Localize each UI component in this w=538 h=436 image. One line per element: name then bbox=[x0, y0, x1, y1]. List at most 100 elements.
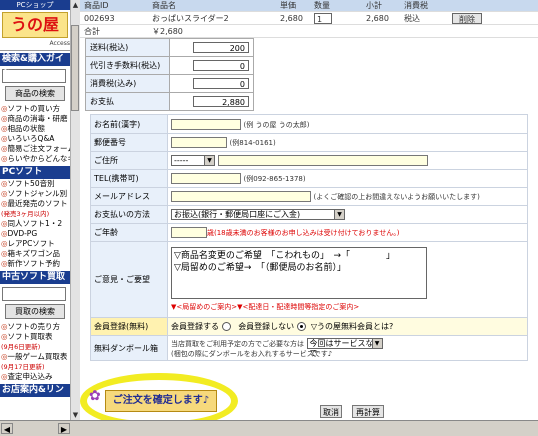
request-textarea[interactable]: ▽商品名変更のご希望 「こわれもの」 →「 」 ▽局留めのご希望→ 「（郵便局の… bbox=[171, 247, 427, 299]
sidebar-index-item-1[interactable]: ◎ソフトジャンル別 bbox=[0, 189, 70, 199]
sidebar-guide-item-5[interactable]: ◎らいやからどんなキー(新)でご bbox=[0, 154, 70, 164]
chevron-down-icon: ▼ bbox=[371, 338, 382, 348]
recalc-button[interactable]: 再計算 bbox=[352, 405, 384, 418]
sidebar-index-item-4[interactable]: ◎同人ソフト1・2 bbox=[0, 219, 70, 229]
sidebar-guide-item-4[interactable]: ◎簡易ご注文フォーム bbox=[0, 144, 70, 154]
zip-input[interactable] bbox=[171, 137, 227, 148]
logo-brand: うの屋 bbox=[2, 12, 68, 38]
buy-search-button[interactable]: 買取の検索 bbox=[5, 304, 65, 319]
sidebar-index-item-2[interactable]: ◎最近発売のソフト bbox=[0, 199, 70, 209]
payment-total-value: 2,880 bbox=[193, 96, 249, 107]
sidebar-index-item-6[interactable]: ◎レアPCソフト bbox=[0, 239, 70, 249]
sidebar-item-label: ソフト買取表 bbox=[7, 332, 53, 341]
age-input[interactable] bbox=[171, 227, 207, 238]
request-links[interactable]: ▼<局留めのご案内>▼<配達日・配達時間等指定のご案内> bbox=[171, 302, 524, 312]
sidebar-item-label: (発売3ヶ月以内) bbox=[1, 210, 50, 218]
pay-label: お支払いの方法 bbox=[90, 205, 168, 224]
logo-top: PCショップ bbox=[0, 0, 70, 10]
qty-input[interactable]: 1 bbox=[314, 12, 332, 24]
sidebar-item-label: 同人ソフト1・2 bbox=[7, 219, 63, 228]
logo-sub: Access bbox=[49, 40, 70, 47]
member-help-link[interactable]: うの屋無料会員とは? bbox=[317, 322, 393, 331]
item-id: 002693 bbox=[80, 11, 148, 25]
summary-table: 送料(税込) 200 代引き手数料(税込) 0 消費税(込み) 0 お支払 2,880 bbox=[85, 38, 254, 111]
scroll-up-icon[interactable]: ▲ bbox=[71, 0, 80, 10]
chevron-down-icon: ▼ bbox=[204, 156, 214, 165]
sidebar-index-item-7[interactable]: ◎箱キズワゴン品 bbox=[0, 249, 70, 259]
mail-input[interactable] bbox=[171, 191, 311, 202]
member-yes-radio[interactable] bbox=[221, 322, 231, 331]
col-id: 商品ID bbox=[80, 0, 148, 12]
sidebar: PCショップ うの屋 Access 検索&購入ガイド 商品の検索 ◎ソフトの買い… bbox=[0, 0, 71, 420]
member-no-radio[interactable] bbox=[296, 322, 306, 331]
tel-note: (例092-865-1378) bbox=[243, 175, 306, 183]
payment-total-label: お支払 bbox=[85, 92, 170, 111]
tel-input[interactable] bbox=[171, 173, 241, 184]
chevron-down-icon: ▼ bbox=[334, 210, 344, 219]
sidebar-buy-item-5[interactable]: ◎査定申込込み bbox=[0, 372, 70, 382]
col-subtotal: 小計 bbox=[362, 0, 400, 12]
col-price: 単価 bbox=[276, 0, 310, 12]
cart-row: 002693 おっぱいスライダー2 2,680 1 2,680 税込 削除 bbox=[80, 11, 538, 25]
search-button[interactable]: 商品の検索 bbox=[5, 86, 65, 101]
sidebar-item-label: 箱キズワゴン品 bbox=[7, 249, 61, 258]
scroll-down-icon[interactable]: ▼ bbox=[71, 410, 80, 420]
zip-label: 郵便番号 bbox=[90, 133, 168, 152]
cart-header-row: 商品ID 商品名 単価 数量 小計 消費税 bbox=[80, 0, 538, 12]
sidebar-buy-item-4[interactable]: (9月17日更新) bbox=[0, 362, 70, 372]
sidebar-item-label: レアPCソフト bbox=[7, 239, 55, 248]
sidebar-buy-item-3[interactable]: ◎一般ゲーム買取表 bbox=[0, 352, 70, 362]
scroll-right-icon[interactable]: ▶ bbox=[58, 423, 70, 434]
sidebar-item-label: ソフト50音別 bbox=[7, 179, 55, 188]
sidebar-item-label: らいやからどんなキー(新)でご bbox=[7, 154, 70, 163]
sidebar-buy-item-1[interactable]: ◎ソフト買取表 bbox=[0, 332, 70, 342]
delete-button[interactable]: 削除 bbox=[452, 12, 482, 24]
horizontal-scrollbar[interactable]: ◀ ▶ bbox=[0, 420, 538, 436]
cardboard-select[interactable]: 今回はサービスなしで ▼ bbox=[306, 337, 383, 358]
sidebar-buy-item-2[interactable]: (9月6日更新) bbox=[0, 342, 70, 352]
sidebar-guide-item-1[interactable]: ◎商品の消毒・研磨 bbox=[0, 114, 70, 124]
sidebar-item-label: 商品の消毒・研磨 bbox=[7, 114, 68, 123]
mascot-icon: ✿ bbox=[89, 388, 101, 404]
scroll-left-icon[interactable]: ◀ bbox=[1, 423, 13, 434]
sidebar-index-item-0[interactable]: ◎ソフト50音別 bbox=[0, 179, 70, 189]
sidebar-item-label: 簡易ご注文フォーム bbox=[7, 144, 71, 153]
sidebar-guide-item-0[interactable]: ◎ソフトの買い方 bbox=[0, 104, 70, 114]
sidebar-buy-item-0[interactable]: ◎ソフトの売り方 bbox=[0, 322, 70, 332]
payment-select[interactable]: お振込(銀行・郵便局口座にご入金) ▼ bbox=[171, 209, 345, 220]
sidebar-search-input[interactable] bbox=[2, 69, 66, 83]
sidebar-index-item-5[interactable]: ◎DVD-PG bbox=[0, 229, 70, 239]
cancel-button[interactable]: 取消 bbox=[320, 405, 342, 418]
sidebar-item-label: 一般ゲーム買取表 bbox=[7, 352, 68, 361]
age-label: ご年齢 bbox=[90, 223, 168, 242]
sidebar-scrollbar[interactable]: ▲ ▼ bbox=[70, 0, 80, 420]
sidebar-item-label: ソフトジャンル別 bbox=[7, 189, 68, 198]
item-subtotal: 2,680 bbox=[362, 11, 400, 25]
section-shop-info[interactable]: お店案内&リンク bbox=[0, 384, 70, 408]
scroll-thumb[interactable] bbox=[71, 25, 79, 111]
shipping-value: 200 bbox=[193, 42, 249, 53]
sidebar-guide-item-3[interactable]: ◎いろいろQ&A bbox=[0, 134, 70, 144]
name-note: (例 うの屋 うの太郎) bbox=[243, 120, 310, 129]
name-input[interactable] bbox=[171, 118, 241, 130]
member-label: 会員登録(無料) bbox=[90, 317, 168, 336]
sidebar-item-label: いろいろQ&A bbox=[7, 134, 55, 143]
sidebar-guide-item-2[interactable]: ◎相品の状態 bbox=[0, 124, 70, 134]
sidebar-item-label: (9月17日更新) bbox=[1, 363, 45, 371]
buy-search-input[interactable] bbox=[2, 287, 66, 301]
confirm-order-button[interactable]: ご注文を確定します♪ bbox=[105, 390, 217, 412]
sidebar-item-label: 相品の状態 bbox=[7, 124, 46, 133]
section-buy: 中古ソフト買取 bbox=[0, 271, 70, 284]
item-price: 2,680 bbox=[276, 11, 310, 25]
member-opt1-label: 会員登録する bbox=[171, 322, 219, 331]
tax-value: 0 bbox=[193, 78, 249, 89]
tel-label: TEL(携帯可) bbox=[90, 169, 168, 188]
sidebar-item-label: 最近発売のソフト bbox=[7, 199, 68, 208]
prefecture-select[interactable]: ----- ▼ bbox=[171, 155, 215, 166]
sidebar-index-item-3[interactable]: (発売3ヶ月以内) bbox=[0, 209, 70, 219]
shop-logo[interactable]: PCショップ うの屋 Access bbox=[0, 0, 70, 51]
sidebar-item-label: (9月6日更新) bbox=[1, 343, 41, 351]
address-input[interactable] bbox=[217, 155, 428, 166]
sidebar-index-item-8[interactable]: ◎新作ソフト予約 bbox=[0, 259, 70, 269]
sidebar-item-label: ソフトの買い方 bbox=[7, 104, 61, 113]
